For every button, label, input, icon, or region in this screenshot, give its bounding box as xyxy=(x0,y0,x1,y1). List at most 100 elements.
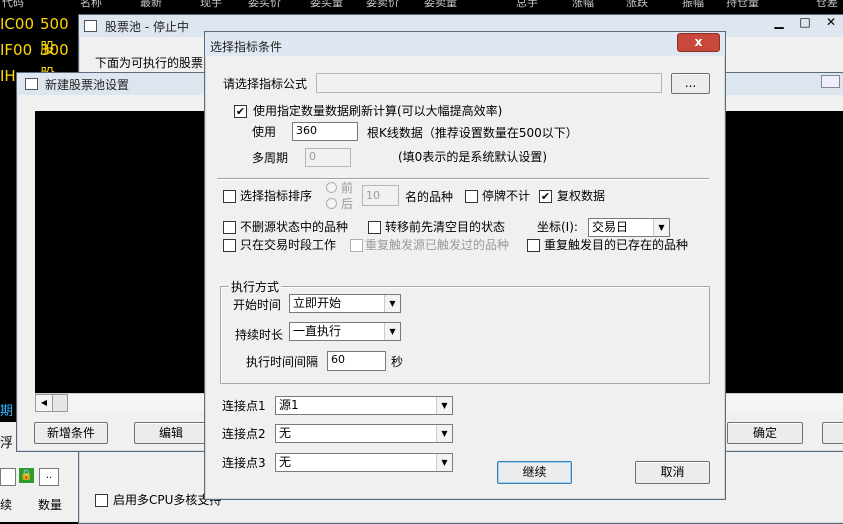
edit-button[interactable]: 编辑 xyxy=(134,422,208,444)
input-fragment[interactable] xyxy=(0,468,16,486)
minimize-icon[interactable] xyxy=(821,75,840,88)
axis-label: 坐标(I): xyxy=(537,220,578,234)
clear-target-label: 转移前先清空目的状态 xyxy=(385,220,506,234)
repeat-source-label: 重复触发源已触发过的品种 xyxy=(365,238,510,252)
duration-value: 一直执行 xyxy=(293,324,342,338)
sort-count-input[interactable]: 10 xyxy=(362,185,399,206)
header-cell[interactable]: 最新 xyxy=(140,0,162,8)
formula-input[interactable] xyxy=(316,73,662,93)
pool-subtitle: 下面为可执行的股票 xyxy=(95,56,204,70)
scroll-left-icon[interactable]: ◀ xyxy=(35,394,53,412)
left-fragment: 期 xyxy=(0,404,14,419)
continue-button[interactable]: 继续 xyxy=(497,461,572,484)
indicator-condition-dialog: 选择指标条件 x 请选择指标公式 ... ✔ 使用指定数量数据刷新计算(可以大幅… xyxy=(204,31,726,500)
header-cell[interactable]: 现手 xyxy=(200,0,222,8)
trade-only-label: 只在交易时段工作 xyxy=(240,238,337,252)
window-icon xyxy=(84,20,97,32)
back-radio[interactable] xyxy=(326,198,337,209)
suspend-checkbox[interactable] xyxy=(465,190,478,203)
conn3-value: 无 xyxy=(279,455,292,469)
header-cell[interactable]: 委卖量 xyxy=(424,0,457,8)
execution-group-title: 执行方式 xyxy=(229,280,282,294)
volume-label: 数量 xyxy=(38,498,63,512)
name-cell[interactable]: 500股 xyxy=(40,12,80,57)
maximize-icon[interactable]: □ xyxy=(792,15,818,32)
axis-select[interactable]: 交易日 ▼ xyxy=(588,218,670,237)
more-icon[interactable]: .. xyxy=(39,468,59,486)
start-time-label: 开始时间 xyxy=(233,298,282,312)
chevron-down-icon[interactable]: ▼ xyxy=(384,323,400,340)
clear-target-checkbox[interactable] xyxy=(368,221,381,234)
header-cell[interactable]: 委买量 xyxy=(310,0,343,8)
window-icon xyxy=(25,78,38,90)
partial-button[interactable] xyxy=(822,422,843,444)
keep-source-label: 不删源状态中的品种 xyxy=(240,220,349,234)
close-icon[interactable]: x xyxy=(677,33,720,52)
conn3-label: 连接点3 xyxy=(222,456,266,470)
chevron-down-icon[interactable]: ▼ xyxy=(436,397,452,414)
use-count-hint: 根K线数据（推荐设置数量在500以下） xyxy=(367,126,578,140)
conn3-select[interactable]: 无 ▼ xyxy=(275,453,453,472)
interval-input[interactable]: 60 xyxy=(327,351,386,371)
front-radio[interactable] xyxy=(326,182,337,193)
header-cell[interactable]: 涨跌 xyxy=(626,0,648,8)
add-condition-button[interactable]: 新增条件 xyxy=(34,422,108,444)
start-time-select[interactable]: 立即开始 ▼ xyxy=(289,294,401,313)
multi-period-hint: (填0表示的是系统默认设置) xyxy=(398,150,547,164)
minimize-icon[interactable]: ▁ xyxy=(766,15,792,32)
trade-only-checkbox[interactable] xyxy=(223,239,236,252)
multi-cpu-checkbox[interactable] xyxy=(95,494,108,507)
chevron-down-icon[interactable]: ▼ xyxy=(436,425,452,442)
adjust-label: 复权数据 xyxy=(557,189,606,203)
conn2-select[interactable]: 无 ▼ xyxy=(275,424,453,443)
adjust-checkbox[interactable]: ✔ xyxy=(539,190,552,203)
keep-source-checkbox[interactable] xyxy=(223,221,236,234)
repeat-target-checkbox[interactable] xyxy=(527,239,540,252)
conn1-select[interactable]: 源1 ▼ xyxy=(275,396,453,415)
use-count-input[interactable]: 360 xyxy=(292,122,358,141)
use-count-label: 使用指定数量数据刷新计算(可以大幅提高效率) xyxy=(253,104,503,118)
conn2-value: 无 xyxy=(279,426,292,440)
ok-button[interactable]: 确定 xyxy=(727,422,803,444)
header-cell[interactable]: 委买价 xyxy=(248,0,281,8)
conn2-label: 连接点2 xyxy=(222,427,266,441)
duration-select[interactable]: 一直执行 ▼ xyxy=(289,322,401,341)
interval-label: 执行时间间隔 xyxy=(246,355,319,369)
cancel-button[interactable]: 取消 xyxy=(635,461,710,484)
left-fragment: 续 xyxy=(0,498,13,512)
browse-button[interactable]: ... xyxy=(671,73,710,94)
header-cell[interactable]: 持仓量 xyxy=(726,0,759,8)
chevron-down-icon[interactable]: ▼ xyxy=(384,295,400,312)
header-cell[interactable]: 名称 xyxy=(80,0,102,8)
sort-label: 选择指标排序 xyxy=(240,189,313,203)
repeat-target-label: 重复触发目的已存在的品种 xyxy=(544,238,689,252)
chevron-down-icon[interactable]: ▼ xyxy=(653,219,669,236)
multi-period-input[interactable]: 0 xyxy=(305,148,351,167)
header-cell[interactable]: 仓差 xyxy=(816,0,838,8)
dialog-title-bar: 选择指标条件 x xyxy=(205,32,725,56)
interval-unit: 秒 xyxy=(391,355,404,369)
dialog-title: 选择指标条件 xyxy=(210,40,283,54)
close-icon[interactable]: ✕ xyxy=(818,15,843,32)
header-cell[interactable]: 总手 xyxy=(516,0,538,8)
header-cell[interactable]: 涨幅 xyxy=(572,0,594,8)
header-cell[interactable]: 代码 xyxy=(2,0,24,8)
name-cell[interactable]: 300股 xyxy=(40,38,80,83)
sort-suffix: 名的品种 xyxy=(405,190,454,204)
repeat-source-checkbox[interactable] xyxy=(350,239,363,252)
sort-checkbox[interactable] xyxy=(223,190,236,203)
use-count-checkbox[interactable]: ✔ xyxy=(234,105,247,118)
header-cell[interactable]: 振幅 xyxy=(682,0,704,8)
header-cell[interactable]: 委卖价 xyxy=(366,0,399,8)
conn1-value: 源1 xyxy=(279,398,299,412)
divider xyxy=(217,178,709,180)
scroll-thumb[interactable] xyxy=(52,394,68,412)
axis-value: 交易日 xyxy=(592,220,629,234)
chevron-down-icon[interactable]: ▼ xyxy=(436,454,452,471)
formula-label: 请选择指标公式 xyxy=(223,77,308,91)
left-fragment: 浮 xyxy=(0,436,14,451)
use-label: 使用 xyxy=(252,125,277,139)
front-label: 前 xyxy=(341,181,354,195)
window-title: 股票池 - 停止中 xyxy=(105,20,189,34)
lock-icon[interactable]: 🔒 xyxy=(19,468,34,483)
